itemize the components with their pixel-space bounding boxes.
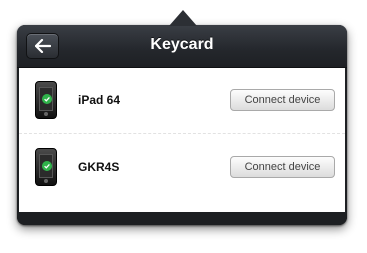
- row-divider: [19, 133, 345, 134]
- device-row-gkr4s: GKR4S Connect device: [19, 135, 345, 199]
- keycard-popover: Keycard iPad 64 Connect device GKR4S Con…: [17, 25, 347, 225]
- popover-caret: [169, 10, 197, 26]
- connect-device-button[interactable]: Connect device: [230, 156, 335, 178]
- connect-device-button[interactable]: Connect device: [230, 89, 335, 111]
- phone-check-icon: [35, 148, 57, 186]
- phone-check-icon: [35, 81, 57, 119]
- popover-footer: [17, 212, 347, 225]
- keycard-popover-stage: Keycard iPad 64 Connect device GKR4S Con…: [0, 0, 367, 253]
- popover-header: Keycard: [17, 25, 347, 68]
- page-title: Keycard: [150, 36, 214, 53]
- check-icon: [42, 161, 52, 171]
- device-row-ipad-64: iPad 64 Connect device: [19, 68, 345, 132]
- device-name: GKR4S: [78, 160, 120, 174]
- check-icon: [42, 94, 52, 104]
- device-list: iPad 64 Connect device GKR4S Connect dev…: [19, 68, 345, 212]
- device-name: iPad 64: [78, 93, 121, 107]
